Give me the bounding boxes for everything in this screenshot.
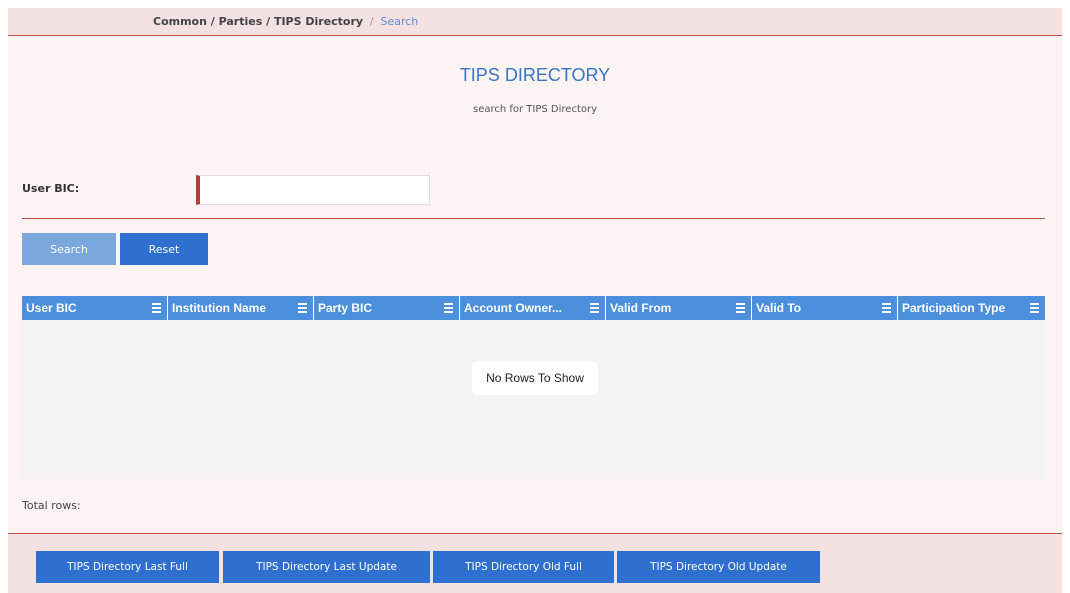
column-label: Participation Type: [902, 301, 1006, 315]
column-participation-type[interactable]: Participation Type: [898, 296, 1045, 320]
column-label: Valid From: [610, 301, 672, 315]
column-label: User BIC: [26, 301, 77, 315]
breadcrumb-path[interactable]: Common / Parties / TIPS Directory: [153, 15, 363, 28]
column-label: Institution Name: [172, 301, 267, 315]
page-subtitle: search for TIPS Directory: [472, 104, 598, 115]
column-party-bic[interactable]: Party BIC: [314, 296, 460, 320]
page: Common / Parties / TIPS Directory / Sear…: [8, 8, 1062, 593]
menu-icon[interactable]: [444, 303, 453, 313]
column-valid-to[interactable]: Valid To: [752, 296, 898, 320]
search-button[interactable]: Search: [22, 233, 116, 265]
last-full-button[interactable]: TIPS Directory Last Full: [36, 551, 219, 583]
page-title: TIPS DIRECTORY: [459, 65, 611, 85]
menu-icon[interactable]: [1030, 303, 1039, 313]
menu-icon[interactable]: [298, 303, 307, 313]
column-user-bic[interactable]: User BIC: [22, 296, 168, 320]
no-rows-message: No Rows To Show: [472, 361, 598, 395]
last-update-button[interactable]: TIPS Directory Last Update: [223, 551, 430, 583]
user-bic-field-wrapper: [196, 175, 430, 205]
breadcrumb-current: Search: [380, 15, 419, 28]
breadcrumb-separator: /: [369, 15, 374, 28]
footer-bar: TIPS Directory Last Full TIPS Directory …: [8, 534, 1062, 593]
user-bic-input[interactable]: [200, 176, 429, 204]
breadcrumb: Common / Parties / TIPS Directory / Sear…: [153, 15, 418, 28]
total-rows-label: Total rows:: [22, 499, 81, 512]
menu-icon[interactable]: [736, 303, 745, 313]
menu-icon[interactable]: [882, 303, 891, 313]
column-label: Account Owner...: [464, 301, 563, 315]
column-label: Party BIC: [318, 301, 373, 315]
old-update-button[interactable]: TIPS Directory Old Update: [617, 551, 820, 583]
old-full-button[interactable]: TIPS Directory Old Full: [433, 551, 614, 583]
column-account-owner[interactable]: Account Owner...: [460, 296, 606, 320]
breadcrumb-bar: Common / Parties / TIPS Directory / Sear…: [8, 8, 1062, 36]
reset-button[interactable]: Reset: [120, 233, 208, 265]
column-institution-name[interactable]: Institution Name: [168, 296, 314, 320]
menu-icon[interactable]: [590, 303, 599, 313]
menu-icon[interactable]: [152, 303, 161, 313]
grid-header: User BIC Institution Name Party BIC Acco…: [22, 296, 1045, 320]
column-label: Valid To: [756, 301, 802, 315]
results-grid: User BIC Institution Name Party BIC Acco…: [22, 296, 1045, 479]
form-divider: [22, 218, 1045, 219]
column-valid-from[interactable]: Valid From: [606, 296, 752, 320]
user-bic-label: User BIC:: [22, 182, 80, 195]
